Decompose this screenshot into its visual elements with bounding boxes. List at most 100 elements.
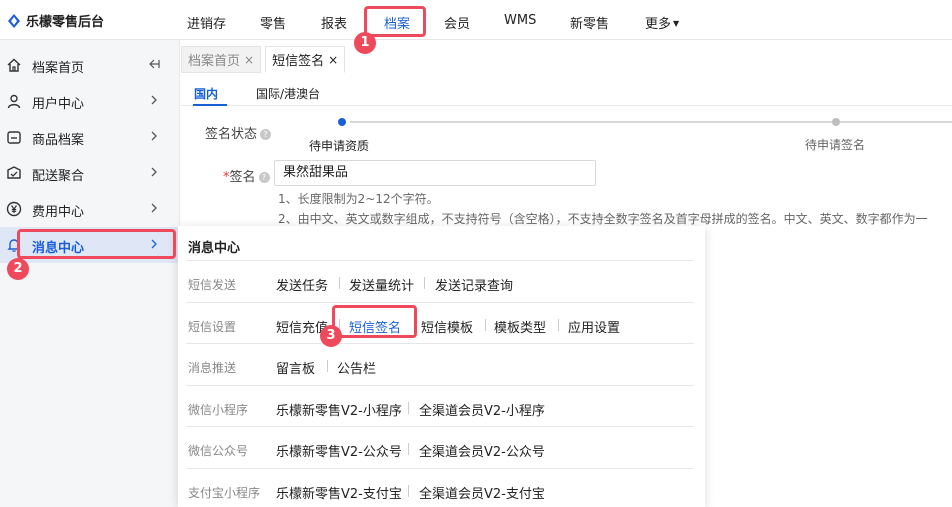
link-wechat-mini-member[interactable]: 全渠道会员V2-小程序 (419, 400, 545, 419)
step-connector-2 (840, 121, 952, 123)
sidebar-item-expense[interactable]: 费用中心 (0, 191, 180, 227)
subtab-international[interactable]: 国际/港澳台 (256, 85, 320, 102)
divider (186, 343, 694, 344)
link-template-type[interactable]: 模板类型 (494, 317, 546, 336)
collapse-left-icon[interactable] (148, 58, 160, 70)
sidebar-item-products[interactable]: 商品档案 (0, 119, 180, 155)
logo-icon (8, 13, 20, 28)
step-connector (350, 121, 832, 123)
top-bar: 乐檬零售后台 进销存 零售 报表 档案 会员 WMS 新零售 更多 ▼ (0, 0, 952, 40)
hint-line-2: 2、由中文、英文或数字组成，不支持符号（含空格），不支持全数字签名及首字母拼成的… (278, 212, 928, 226)
status-label-text: 签名状态 (205, 127, 258, 142)
link-app-settings[interactable]: 应用设置 (568, 317, 620, 336)
step-label-apply-qualification: 待申请资质 (309, 139, 370, 153)
row-label-wechat-oa: 微信公众号 (188, 444, 249, 458)
nav-jinxiaocun[interactable]: 进销存 (187, 13, 226, 32)
user-icon (7, 94, 21, 109)
sub-tabs: 国内 国际/港澳台 (181, 74, 952, 106)
yen-icon (6, 201, 22, 217)
divider (408, 443, 409, 455)
row-label-push: 消息推送 (188, 361, 237, 375)
subtab-domestic[interactable]: 国内 (194, 85, 218, 102)
chevron-right-icon (151, 95, 157, 105)
sidebar-item-delivery[interactable]: 配送聚合 (0, 155, 180, 191)
link-message-board[interactable]: 留言板 (276, 358, 315, 377)
annotation-badge-3: 3 (320, 325, 342, 347)
signature-label: *签名? (223, 166, 270, 185)
sidebar-item-home[interactable]: 档案首页 (0, 47, 180, 83)
sidebar-item-user-center[interactable]: 用户中心 (0, 83, 180, 119)
divider (186, 426, 694, 427)
link-send-records[interactable]: 发送记录查询 (435, 275, 513, 294)
link-wechat-oa-member[interactable]: 全渠道会员V2-公众号 (419, 441, 545, 460)
tab-archive-home[interactable]: 档案首页 × (181, 46, 262, 73)
link-alipay-member[interactable]: 全渠道会员V2-支付宝 (419, 483, 545, 502)
row-label-sms-send: 短信发送 (188, 278, 237, 292)
help-icon[interactable]: ? (260, 129, 272, 140)
nav-huiyuan[interactable]: 会员 (444, 13, 470, 32)
signature-label-text: 签名 (229, 170, 256, 185)
nav-lingshou[interactable]: 零售 (260, 13, 286, 32)
chevron-right-icon (151, 167, 157, 177)
divider (186, 468, 694, 469)
caret-down-icon: ▼ (673, 19, 680, 28)
page-tabs: 档案首页 × 短信签名 × (181, 46, 349, 74)
link-send-task[interactable]: 发送任务 (276, 275, 328, 294)
link-wechat-oa-retail[interactable]: 乐檬新零售V2-公众号 (276, 441, 402, 460)
sidebar-item-label: 用户中心 (32, 97, 85, 112)
link-alipay-retail[interactable]: 乐檬新零售V2-支付宝 (276, 483, 402, 502)
chevron-right-icon (151, 131, 157, 141)
nav-more-label: 更多 (645, 17, 672, 32)
nav-more[interactable]: 更多 ▼ (645, 13, 679, 32)
divider (186, 385, 694, 386)
nav-dangan[interactable]: 档案 (384, 13, 410, 32)
divider (339, 277, 340, 289)
close-icon[interactable]: × (328, 53, 338, 67)
subtab-active-underline (193, 104, 227, 106)
row-label-alipay-mini: 支付宝小程序 (188, 486, 261, 500)
home-icon (7, 58, 21, 72)
link-bulletin[interactable]: 公告栏 (337, 358, 376, 377)
divider (485, 319, 486, 331)
annotation-badge-1: 1 (354, 32, 376, 54)
link-send-stats[interactable]: 发送量统计 (349, 275, 414, 294)
divider (558, 319, 559, 331)
app-logo[interactable]: 乐檬零售后台 (6, 11, 104, 30)
link-sms-signature[interactable]: 短信签名 (349, 317, 401, 336)
nav-baobiao[interactable]: 报表 (321, 13, 347, 32)
sidebar-item-message-center[interactable]: 消息中心 (0, 227, 180, 263)
divider (414, 319, 415, 331)
sidebar-item-label: 档案首页 (32, 61, 85, 76)
annotation-badge-2: 2 (7, 258, 29, 280)
row-label-sms-settings: 短信设置 (188, 320, 237, 334)
signature-input[interactable]: 果然甜果品 (274, 160, 596, 186)
app-title: 乐檬零售后台 (26, 15, 105, 30)
divider (327, 360, 328, 372)
chevron-right-icon (151, 239, 157, 249)
divider (424, 277, 425, 289)
help-icon[interactable]: ? (258, 172, 270, 183)
link-wechat-mini-retail[interactable]: 乐檬新零售V2-小程序 (276, 400, 402, 419)
delivery-icon (7, 166, 21, 179)
step-dot-active (338, 118, 346, 126)
sidebar-item-label: 商品档案 (32, 133, 85, 148)
nav-wms[interactable]: WMS (504, 13, 536, 28)
sidebar-item-label: 消息中心 (32, 241, 85, 256)
sidebar-item-label: 配送聚合 (32, 169, 85, 184)
link-sms-template[interactable]: 短信模板 (421, 317, 473, 336)
step-label-apply-signature: 待申请签名 (805, 138, 866, 152)
step-dot-pending (832, 118, 840, 126)
tab-sms-signature[interactable]: 短信签名 × (265, 46, 346, 73)
tab-label: 档案首页 (188, 54, 241, 69)
divider (408, 485, 409, 497)
dropdown-title: 消息中心 (188, 241, 241, 256)
divider (186, 260, 694, 261)
product-icon (7, 131, 21, 144)
divider (408, 402, 409, 414)
divider (186, 302, 694, 303)
close-icon[interactable]: × (244, 53, 254, 67)
hint-line-1: 1、长度限制为2~12个字符。 (278, 192, 439, 206)
tab-label: 短信签名 (272, 54, 325, 69)
bell-icon (7, 239, 21, 252)
nav-xinlingshou[interactable]: 新零售 (570, 13, 609, 32)
